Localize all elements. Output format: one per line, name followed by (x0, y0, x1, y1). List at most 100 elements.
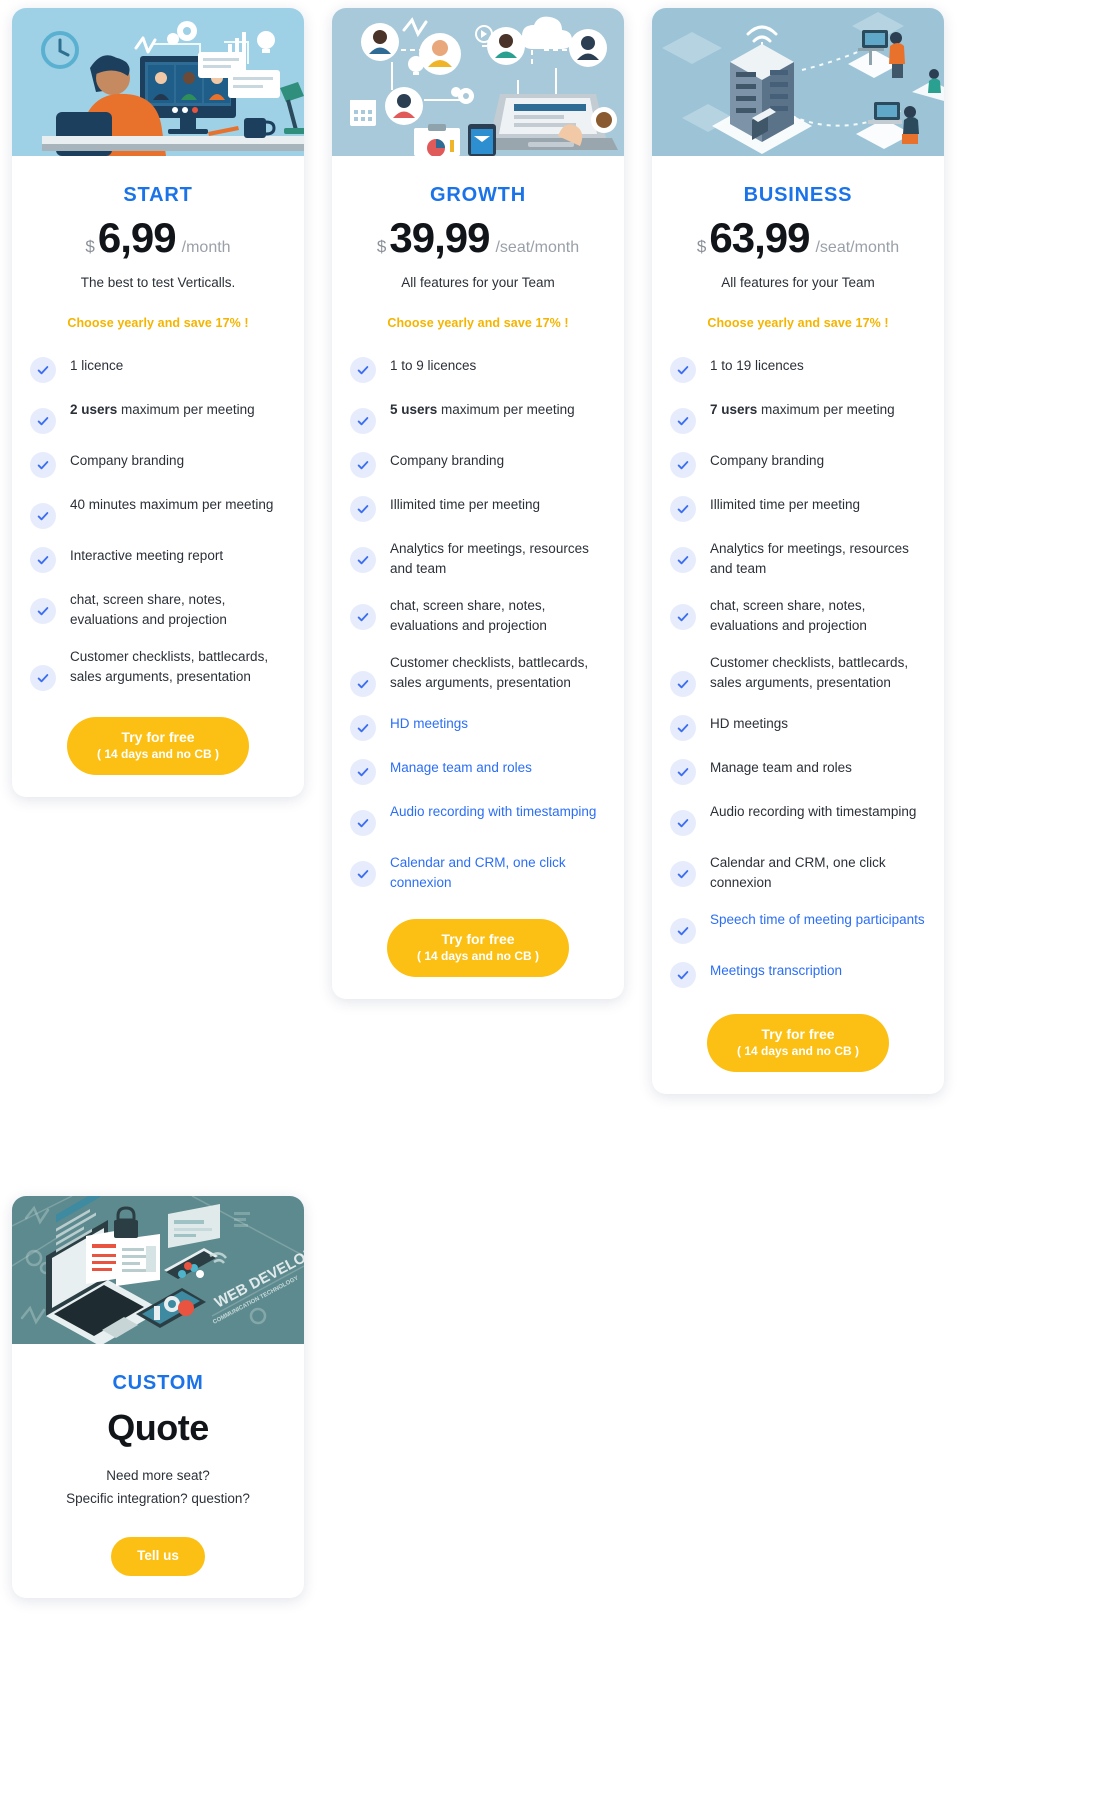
feature-list: 1 licence 2 users maximum per meeting Comp… (30, 356, 286, 691)
feature-item: Analytics for meetings, resources and te… (670, 539, 926, 579)
pricing-card-start: START $ 6,99 /month The best to test Ver… (12, 8, 304, 797)
pricing-board: START $ 6,99 /month The best to test Ver… (0, 0, 1108, 1819)
feature-item: Interactive meeting report (30, 546, 286, 573)
isometric-office-illustration (652, 8, 944, 156)
feature-item: 7 users maximum per meeting (670, 400, 926, 434)
plan-name: BUSINESS (743, 184, 853, 206)
price-row: $ 39,99 /seat/month (350, 217, 606, 259)
check-icon (670, 357, 696, 383)
tell-us-button[interactable]: Tell us (111, 1536, 205, 1576)
feature-label: chat, screen share, notes, evaluations a… (710, 597, 867, 633)
check-icon (350, 547, 376, 573)
feature-label: Illimited time per meeting (390, 497, 541, 512)
check-icon (350, 670, 376, 697)
pricing-card-custom: WEB DEVELOP COMMUNICATION TECHNOLOGY CUS… (12, 1196, 304, 1598)
try-for-free-button[interactable]: Try for free ( 14 days and no CB ) (386, 918, 570, 977)
feature-label[interactable]: Meetings transcription (710, 961, 842, 981)
yearly-promo: Choose yearly and save 17% ! (387, 316, 569, 330)
cta-wrapper: Try for free ( 14 days and no CB ) (30, 716, 286, 775)
cta-secondary-label: ( 14 days and no CB ) (96, 747, 220, 762)
cta-primary-label: Try for free (441, 930, 515, 947)
check-icon (670, 603, 696, 630)
cta-secondary-label: ( 14 days and no CB ) (736, 1044, 860, 1059)
plan-tagline: All features for your Team (721, 275, 875, 290)
feature-item: Company branding (350, 451, 606, 478)
feature-item: chat, screen share, notes, evaluations a… (670, 596, 926, 636)
check-icon (670, 670, 696, 697)
feature-item: Manage team and roles (350, 758, 606, 785)
price-amount: 6,99 (97, 214, 177, 261)
cta-wrapper: Try for free ( 14 days and no CB ) (350, 918, 606, 977)
feature-list: 1 to 19 licences 7 users maximum per meet… (670, 356, 926, 988)
feature-label: 1 to 9 licences (390, 358, 477, 373)
feature-label[interactable]: Audio recording with timestamping (390, 802, 596, 822)
try-for-free-button[interactable]: Try for free ( 14 days and no CB ) (66, 716, 250, 775)
feature-item: 1 to 9 licences (350, 356, 606, 383)
feature-label[interactable]: HD meetings (390, 714, 468, 734)
feature-item: Audio recording with timestamping (670, 802, 926, 836)
feature-item: Meetings transcription (670, 961, 926, 988)
feature-label: chat, screen share, notes, evaluations a… (390, 597, 547, 633)
feature-item: Customer checklists, battlecards, sales … (670, 653, 926, 697)
quote-line-1: Need more seat? (106, 1468, 210, 1483)
check-icon (30, 408, 56, 434)
feature-label: 2 users maximum per meeting (70, 400, 255, 420)
check-icon (30, 598, 56, 624)
feature-label: Company branding (70, 453, 185, 468)
feature-label[interactable]: Manage team and roles (390, 758, 532, 778)
feature-label: 5 users maximum per meeting (390, 400, 575, 420)
plan-tagline: The best to test Verticalls. (80, 275, 236, 290)
feature-item: Speech time of meeting participants (670, 910, 926, 944)
card-body: BUSINESS $ 63,99 /seat/month All feature… (652, 156, 944, 1094)
feature-item: HD meetings (350, 714, 606, 741)
cta-wrapper: Tell us (30, 1536, 286, 1576)
check-icon (30, 664, 56, 691)
plan-name: CUSTOM (112, 1372, 204, 1394)
feature-label: Manage team and roles (710, 759, 852, 775)
check-icon (350, 603, 376, 630)
price-period: /month (181, 239, 231, 256)
feature-label: Customer checklists, battlecards, sales … (70, 648, 269, 684)
feature-label: 7 users maximum per meeting (710, 400, 895, 420)
feature-label: HD meetings (710, 715, 789, 731)
currency-symbol: $ (696, 237, 707, 256)
pricing-card-growth: GROWTH $ 39,99 /seat/month All features … (332, 8, 624, 999)
check-icon (350, 496, 376, 522)
check-icon (30, 357, 56, 383)
cta-primary-label: Try for free (121, 728, 195, 745)
check-icon (350, 714, 376, 741)
try-for-free-button[interactable]: Try for free ( 14 days and no CB ) (706, 1013, 890, 1072)
feature-item: 1 licence (30, 356, 286, 383)
check-icon (670, 860, 696, 887)
feature-item: 2 users maximum per meeting (30, 400, 286, 434)
feature-list: 1 to 9 licences 5 users maximum per meeti… (350, 356, 606, 893)
price-row: $ 63,99 /seat/month (670, 217, 926, 259)
feature-item: Analytics for meetings, resources and te… (350, 539, 606, 579)
feature-item: 1 to 19 licences (670, 356, 926, 383)
feature-item: Customer checklists, battlecards, sales … (30, 647, 286, 691)
feature-label-rest: maximum per meeting (757, 402, 895, 417)
quote-line-2: Specific integration? question? (66, 1490, 250, 1506)
feature-item: 40 minutes maximum per meeting (30, 495, 286, 529)
check-icon (670, 547, 696, 573)
feature-label-emphasis: 2 users (70, 402, 118, 417)
check-icon (670, 917, 696, 944)
feature-item: Illimited time per meeting (350, 495, 606, 522)
quote-subtitle: Need more seat? Specific integration? qu… (30, 1465, 286, 1511)
feature-label: 40 minutes maximum per meeting (70, 497, 274, 512)
check-icon (670, 408, 696, 434)
web-development-illustration: WEB DEVELOP COMMUNICATION TECHNOLOGY (12, 1196, 304, 1344)
feature-item: Audio recording with timestamping (350, 802, 606, 836)
currency-symbol: $ (85, 237, 95, 256)
feature-item: Calendar and CRM, one click connexion (350, 853, 606, 893)
feature-item: Company branding (30, 451, 286, 478)
pricing-card-business: BUSINESS $ 63,99 /seat/month All feature… (652, 8, 944, 1094)
check-icon (350, 758, 376, 785)
price-row: $ 6,99 /month (30, 217, 286, 259)
feature-item: Company branding (670, 451, 926, 478)
check-icon (670, 496, 696, 522)
feature-label[interactable]: Calendar and CRM, one click connexion (390, 853, 606, 893)
check-icon (30, 503, 56, 529)
cta-primary-label: Try for free (761, 1025, 835, 1042)
feature-label[interactable]: Speech time of meeting participants (710, 910, 925, 930)
